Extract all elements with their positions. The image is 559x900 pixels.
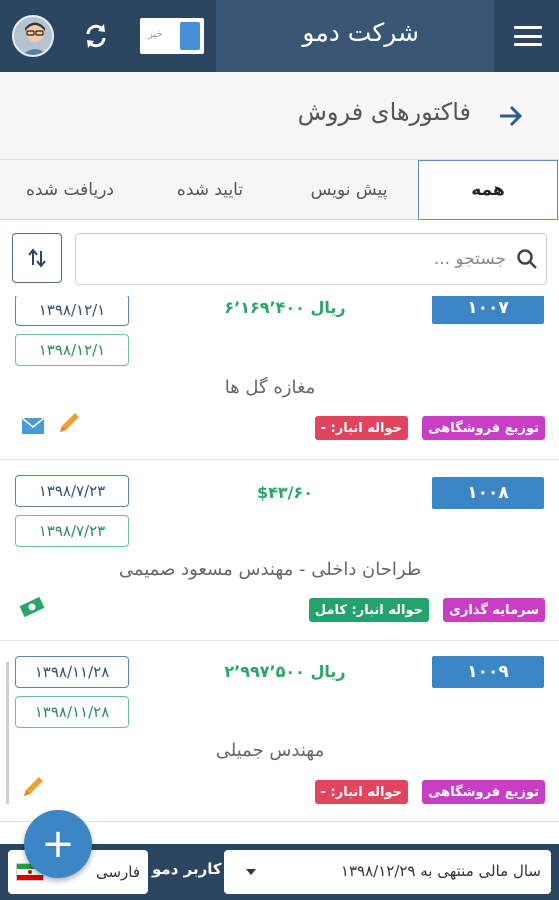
tab-received[interactable]: دریافت شده bbox=[0, 160, 140, 220]
sort-button[interactable] bbox=[12, 233, 62, 283]
due-date: ۱۳۹۸/۱۲/۱ bbox=[15, 334, 129, 366]
page-title: فاکتورهای فروش bbox=[297, 98, 471, 126]
scroll-indicator bbox=[6, 662, 9, 804]
add-invoice-button[interactable]: + bbox=[24, 810, 92, 878]
due-date: ۱۳۹۸/۱۱/۲۸ bbox=[15, 696, 129, 728]
customer-name: مغازه گل ها bbox=[224, 377, 316, 398]
warehouse-tag: حواله انبار: - bbox=[314, 416, 408, 440]
menu-button[interactable] bbox=[496, 0, 559, 72]
top-app-bar: خیر شرکت دمو bbox=[0, 0, 559, 72]
status-tabs: دریافت شده تایید شده پیش نویس همه bbox=[0, 160, 559, 220]
invoice-list: ۱۰۰۷ ریال ۶٬۱۶۹٬۴۰۰ ۱۳۹۸/۱۲/۱ ۱۳۹۸/۱۲/۱ … bbox=[0, 296, 559, 844]
customer-name: مهندس جمیلی bbox=[215, 740, 325, 761]
fiscal-year-value: سال مالی منتهی به ۱۳۹۸/۱۲/۲۹ bbox=[340, 862, 541, 880]
back-arrow-icon[interactable] bbox=[494, 100, 526, 132]
pencil-icon[interactable] bbox=[20, 774, 46, 798]
hamburger-icon bbox=[513, 26, 542, 46]
sort-icon bbox=[28, 248, 46, 268]
search-box bbox=[75, 233, 547, 285]
offline-toggle[interactable]: خیر bbox=[140, 18, 204, 54]
invoice-amount: ریال ۶٬۱۶۹٬۴۰۰ bbox=[224, 298, 346, 317]
chevron-down-icon bbox=[246, 869, 256, 875]
invoice-amount: ریال ۲٬۹۹۷٬۵۰۰ bbox=[224, 662, 346, 681]
invoice-card[interactable]: ۱۰۰۹ ریال ۲٬۹۹۷٬۵۰۰ ۱۳۹۸/۱۱/۲۸ ۱۳۹۸/۱۱/۲… bbox=[0, 642, 559, 822]
invoice-card[interactable]: ۱۰۰۸ $۴۳/۶۰ ۱۳۹۸/۷/۲۳ ۱۳۹۸/۷/۲۳ طراحان د… bbox=[0, 461, 559, 641]
tab-all[interactable]: همه bbox=[418, 160, 558, 220]
invoice-number-badge: ۱۰۰۸ bbox=[432, 477, 544, 509]
fiscal-year-select[interactable]: سال مالی منتهی به ۱۳۹۸/۱۲/۲۹ bbox=[224, 850, 551, 894]
invoice-date: ۱۳۹۸/۱۲/۱ bbox=[15, 296, 129, 326]
company-title: شرکت دمو bbox=[302, 18, 419, 47]
money-icon[interactable] bbox=[18, 595, 45, 619]
tab-approved[interactable]: تایید شده bbox=[140, 160, 280, 220]
invoice-number-badge: ۱۰۰۹ bbox=[432, 656, 544, 688]
category-tag: توزیع فروشگاهی bbox=[422, 780, 545, 804]
category-tag: سرمایه گذاری bbox=[442, 598, 545, 622]
language-value: فارسی bbox=[95, 863, 140, 881]
invoice-date: ۱۳۹۸/۱۱/۲۸ bbox=[15, 656, 129, 688]
plus-icon: + bbox=[41, 821, 75, 867]
user-avatar[interactable] bbox=[12, 15, 54, 57]
toggle-label: خیر bbox=[148, 29, 163, 40]
mail-icon[interactable] bbox=[20, 414, 46, 438]
invoice-card[interactable]: ۱۰۰۷ ریال ۶٬۱۶۹٬۴۰۰ ۱۳۹۸/۱۲/۱ ۱۳۹۸/۱۲/۱ … bbox=[0, 296, 559, 460]
search-input[interactable] bbox=[86, 234, 506, 284]
warehouse-tag: حواله انبار: کامل bbox=[308, 598, 429, 622]
tab-draft[interactable]: پیش نویس bbox=[280, 160, 418, 220]
category-tag: توزیع فروشگاهی bbox=[422, 416, 545, 440]
invoice-amount: $۴۳/۶۰ bbox=[256, 483, 314, 502]
page-header: فاکتورهای فروش bbox=[0, 72, 559, 160]
avatar-icon bbox=[22, 22, 48, 55]
sync-icon[interactable] bbox=[80, 20, 112, 52]
pencil-icon[interactable] bbox=[56, 410, 82, 434]
toggle-knob bbox=[180, 22, 200, 50]
customer-name: طراحان داخلی - مهندس مسعود صمیمی bbox=[118, 559, 422, 580]
invoice-date: ۱۳۹۸/۷/۲۳ bbox=[15, 475, 129, 507]
invoice-number-badge: ۱۰۰۷ bbox=[432, 296, 544, 324]
user-label: کاربر دمو bbox=[152, 860, 222, 878]
warehouse-tag: حواله انبار: - bbox=[314, 780, 408, 804]
due-date: ۱۳۹۸/۷/۲۳ bbox=[15, 515, 129, 547]
search-icon bbox=[516, 248, 538, 270]
